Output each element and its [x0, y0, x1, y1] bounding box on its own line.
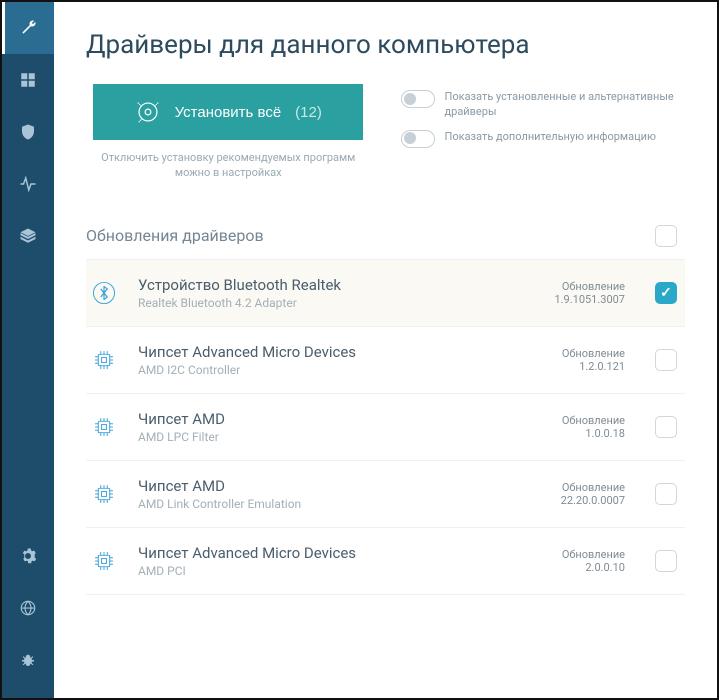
toggle-row-installed: Показать установленные и альтернативные … [401, 90, 686, 120]
toggle-installed-label: Показать установленные и альтернативные … [445, 90, 686, 120]
driver-checkbox[interactable] [655, 282, 677, 304]
page-title: Драйверы для данного компьютера [86, 30, 685, 60]
status-version: 2.0.0.10 [525, 561, 625, 574]
driver-info: Чипсет Advanced Micro Devices AMD PCI [138, 544, 509, 578]
status-version: 1.0.0.18 [525, 427, 625, 440]
driver-subtitle: AMD Link Controller Emulation [138, 497, 509, 511]
install-block: Установить всё (12) Отключить установку … [86, 84, 371, 181]
toggle-show-installed[interactable] [401, 90, 435, 108]
driver-subtitle: AMD I2C Controller [138, 363, 509, 377]
install-count: (12) [295, 104, 322, 121]
sidebar-item-diagnostics[interactable] [2, 158, 54, 210]
install-hint: Отключить установку рекомендуемых програ… [93, 150, 363, 181]
install-label: Установить всё [175, 104, 282, 121]
select-all-checkbox[interactable] [655, 225, 677, 247]
wrench-icon [19, 19, 37, 37]
toggle-show-extra[interactable] [401, 130, 435, 148]
driver-status: Обновление1.9.1051.3007 [525, 280, 625, 306]
driver-row[interactable]: Устройство Bluetooth Realtek Realtek Blue… [86, 260, 685, 327]
gear-icon [19, 547, 37, 565]
driver-checkbox[interactable] [655, 349, 677, 371]
bluetooth-icon [91, 280, 117, 306]
install-all-button[interactable]: Установить всё (12) [93, 84, 363, 140]
driver-status: Обновление1.0.0.18 [525, 414, 625, 440]
driver-info: Устройство Bluetooth Realtek Realtek Blue… [138, 276, 509, 310]
status-version: 22.20.0.0007 [525, 494, 625, 507]
driver-row[interactable]: Чипсет Advanced Micro Devices AMD PCI Обно… [86, 528, 685, 595]
layers-icon [19, 227, 37, 245]
status-label: Обновление [525, 414, 625, 427]
grid-icon [19, 71, 37, 89]
chip-icon [91, 481, 117, 507]
status-label: Обновление [525, 280, 625, 293]
driver-info: Чипсет AMD AMD LPC Filter [138, 410, 509, 444]
bug-icon [19, 651, 37, 669]
section-header: Обновления драйверов [86, 213, 685, 260]
driver-info: Чипсет Advanced Micro Devices AMD I2C Con… [138, 343, 509, 377]
driver-name: Устройство Bluetooth Realtek [138, 276, 509, 294]
driver-status: Обновление2.0.0.10 [525, 548, 625, 574]
driver-icon-wrap [86, 481, 122, 507]
driver-name: Чипсет Advanced Micro Devices [138, 544, 509, 562]
toggles: Показать установленные и альтернативные … [401, 84, 686, 148]
driver-icon-wrap [86, 548, 122, 574]
driver-icon-wrap [86, 280, 122, 306]
status-version: 1.9.1051.3007 [525, 293, 625, 306]
chip-icon [91, 347, 117, 373]
action-row: Установить всё (12) Отключить установку … [86, 84, 685, 181]
driver-row[interactable]: Чипсет AMD AMD LPC Filter Обновление1.0.0.… [86, 394, 685, 461]
toggle-extra-label: Показать дополнительную информацию [445, 130, 656, 145]
disc-icon [135, 99, 161, 125]
driver-checkbox[interactable] [655, 483, 677, 505]
driver-checkbox[interactable] [655, 550, 677, 572]
sidebar-item-web[interactable] [2, 582, 54, 634]
sidebar-top [2, 2, 54, 530]
sidebar-item-protection[interactable] [2, 106, 54, 158]
status-label: Обновление [525, 347, 625, 360]
sidebar-item-settings[interactable] [2, 530, 54, 582]
status-label: Обновление [525, 481, 625, 494]
driver-name: Чипсет AMD [138, 410, 509, 428]
driver-name: Чипсет Advanced Micro Devices [138, 343, 509, 361]
driver-icon-wrap [86, 347, 122, 373]
app-root: Драйверы для данного компьютера Установи… [2, 2, 717, 698]
driver-status: Обновление1.2.0.121 [525, 347, 625, 373]
toggle-row-extra: Показать дополнительную информацию [401, 130, 686, 148]
driver-info: Чипсет AMD AMD Link Controller Emulation [138, 477, 509, 511]
section-title: Обновления драйверов [86, 226, 264, 245]
sidebar [2, 2, 54, 698]
driver-status: Обновление22.20.0.0007 [525, 481, 625, 507]
driver-row[interactable]: Чипсет AMD AMD Link Controller Emulation О… [86, 461, 685, 528]
driver-list: Устройство Bluetooth Realtek Realtek Blue… [86, 260, 685, 595]
globe-icon [19, 599, 37, 617]
driver-name: Чипсет AMD [138, 477, 509, 495]
sidebar-item-bug[interactable] [2, 634, 54, 686]
driver-subtitle: AMD LPC Filter [138, 430, 509, 444]
sidebar-item-apps[interactable] [2, 54, 54, 106]
driver-checkbox[interactable] [655, 416, 677, 438]
status-version: 1.2.0.121 [525, 360, 625, 373]
sidebar-bottom [2, 530, 54, 698]
shield-icon [19, 123, 37, 141]
driver-row[interactable]: Чипсет Advanced Micro Devices AMD I2C Con… [86, 327, 685, 394]
chip-icon [91, 414, 117, 440]
status-label: Обновление [525, 548, 625, 561]
main-content: Драйверы для данного компьютера Установи… [54, 2, 717, 698]
pulse-icon [19, 175, 37, 193]
driver-subtitle: AMD PCI [138, 564, 509, 578]
chip-icon [91, 548, 117, 574]
driver-icon-wrap [86, 414, 122, 440]
sidebar-item-layers[interactable] [2, 210, 54, 262]
driver-subtitle: Realtek Bluetooth 4.2 Adapter [138, 296, 509, 310]
sidebar-item-drivers[interactable] [2, 2, 54, 54]
